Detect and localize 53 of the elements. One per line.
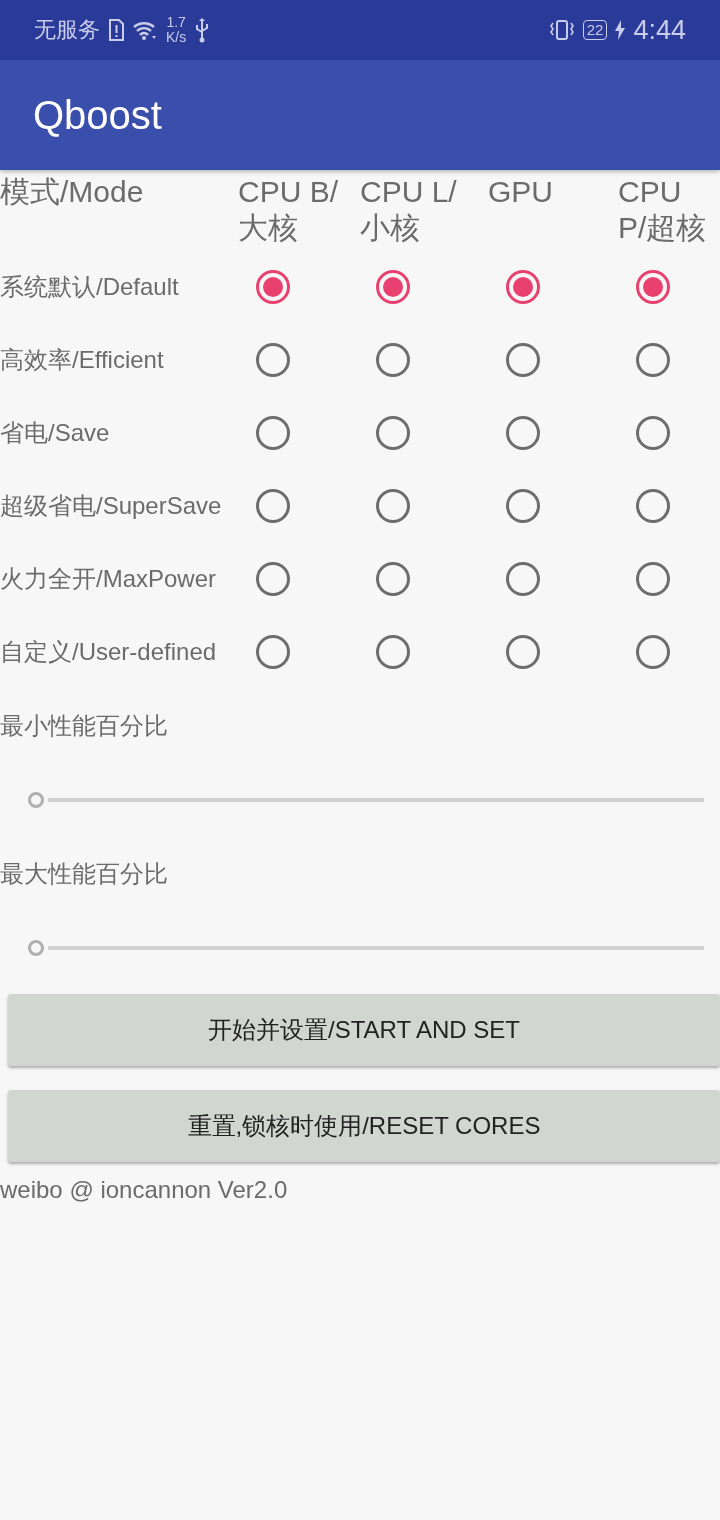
radio-button[interactable]	[376, 561, 410, 596]
radio-button[interactable]	[506, 342, 540, 377]
column-header: GPU	[488, 174, 554, 210]
mode-label: 自定义/User-defined	[0, 636, 218, 667]
slider-label: 最大性能百分比	[0, 859, 169, 889]
radio-button[interactable]	[506, 561, 540, 596]
column-header: CPU L/小核	[360, 174, 458, 246]
slider-thumb[interactable]	[28, 940, 44, 956]
usb-icon	[194, 17, 211, 43]
speed-unit: K/s	[166, 30, 187, 45]
radio-button[interactable]	[376, 488, 410, 523]
mode-label: 高效率/Efficient	[0, 344, 165, 375]
sim-alert-icon	[108, 19, 124, 41]
column-header: CPU B/大核	[238, 174, 340, 246]
version-text: weibo @ ioncannon Ver2.0	[0, 1176, 288, 1203]
mode-label: 超级省电/SuperSave	[0, 490, 223, 521]
radio-button[interactable]	[636, 561, 670, 596]
mode-label: 火力全开/MaxPower	[0, 563, 218, 594]
radio-button[interactable]	[636, 488, 670, 523]
radio-button[interactable]	[506, 634, 540, 669]
battery-level: 22	[582, 20, 608, 40]
column-header: 模式/Mode	[0, 174, 145, 210]
radio-button[interactable]	[376, 415, 410, 450]
radio-button[interactable]	[506, 415, 540, 450]
radio-button[interactable]	[256, 415, 290, 450]
action-button[interactable]: 重置,锁核时使用/RESET CORES	[8, 1090, 720, 1162]
carrier-text: 无服务	[34, 16, 100, 44]
radio-button[interactable]	[636, 415, 670, 450]
radio-button[interactable]	[376, 269, 410, 304]
radio-button[interactable]	[256, 488, 290, 523]
radio-button[interactable]	[636, 342, 670, 377]
action-button[interactable]: 开始并设置/START AND SET	[8, 994, 720, 1066]
app-title: Qboost	[33, 92, 162, 138]
mode-label: 系统默认/Default	[0, 271, 180, 302]
radio-button[interactable]	[506, 488, 540, 523]
radio-button[interactable]	[376, 634, 410, 669]
radio-button[interactable]	[636, 634, 670, 669]
radio-button[interactable]	[256, 561, 290, 596]
charging-icon	[615, 20, 626, 40]
slider-thumb[interactable]	[28, 792, 44, 808]
mode-label: 省电/Save	[0, 417, 111, 448]
speed-value: 1.7	[166, 15, 186, 30]
wifi-icon	[132, 19, 158, 41]
column-header: CPU P/超核	[618, 174, 708, 246]
radio-button[interactable]	[506, 269, 540, 304]
radio-button[interactable]	[256, 342, 290, 377]
radio-button[interactable]	[376, 342, 410, 377]
radio-button[interactable]	[256, 269, 290, 304]
slider-label: 最小性能百分比	[0, 711, 169, 741]
clock-time: 4:44	[633, 14, 686, 46]
radio-button[interactable]	[636, 269, 670, 304]
vibrate-icon	[548, 19, 575, 41]
radio-button[interactable]	[256, 634, 290, 669]
